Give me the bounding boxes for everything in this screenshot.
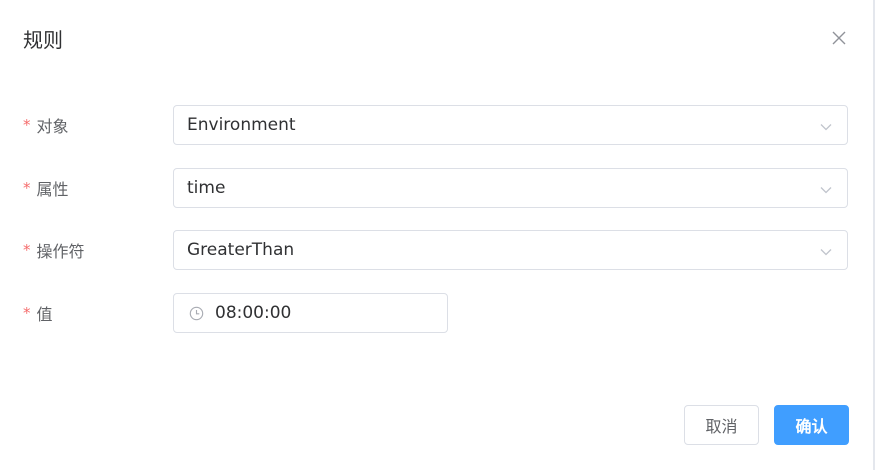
form-label-operator: * 操作符 (23, 230, 85, 270)
close-button[interactable] (826, 26, 852, 52)
form-row-attribute: * 属性 time (0, 168, 875, 208)
object-select[interactable]: Environment (173, 105, 848, 145)
time-picker-value: 08:00:00 (215, 303, 292, 323)
object-select-value: Environment (187, 115, 296, 135)
required-asterisk: * (23, 179, 31, 197)
dialog-title: 规则 (23, 28, 63, 52)
clock-icon (188, 305, 204, 321)
attribute-select-value: time (187, 178, 226, 198)
cancel-button[interactable]: 取消 (684, 405, 759, 445)
required-asterisk: * (23, 241, 31, 259)
form-label-value: * 值 (23, 293, 53, 333)
operator-select[interactable]: GreaterThan (173, 230, 848, 270)
chevron-down-icon (819, 119, 833, 133)
form-row-operator: * 操作符 GreaterThan (0, 230, 875, 270)
chevron-down-icon (819, 244, 833, 258)
required-asterisk: * (23, 116, 31, 134)
label-text: 属性 (36, 180, 69, 199)
close-icon (832, 30, 846, 49)
form-label-attribute: * 属性 (23, 168, 69, 208)
time-picker-input[interactable]: 08:00:00 (173, 293, 448, 333)
form-row-object: * 对象 Environment (0, 105, 875, 145)
required-asterisk: * (23, 304, 31, 322)
confirm-button[interactable]: 确认 (774, 405, 849, 445)
chevron-down-icon (819, 182, 833, 196)
label-text: 值 (36, 305, 53, 324)
operator-select-value: GreaterThan (187, 240, 295, 260)
form-row-value: * 值 08:00:00 (0, 293, 875, 333)
rule-dialog: 规则 * 对象 Environment * 属性 time * 操作符 Grea… (0, 0, 875, 470)
label-text: 对象 (36, 117, 69, 136)
form-label-object: * 对象 (23, 105, 69, 145)
attribute-select[interactable]: time (173, 168, 848, 208)
label-text: 操作符 (36, 242, 85, 261)
